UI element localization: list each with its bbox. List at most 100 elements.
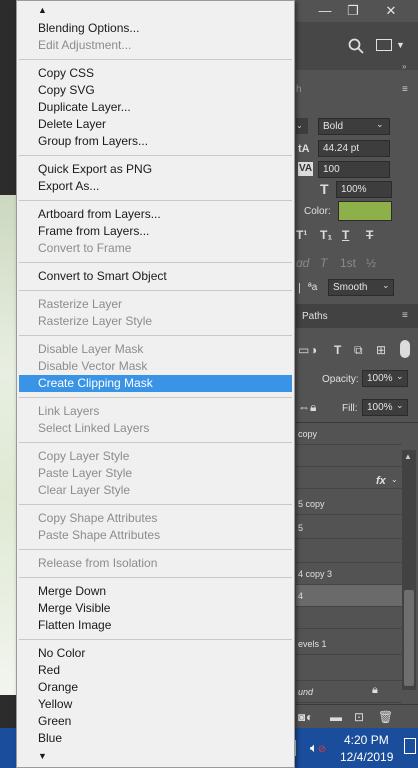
chevron-down-icon[interactable]: ⌄ [391,475,398,484]
taskbar-time[interactable]: 4:20 PM [344,733,389,747]
underline-icon[interactable]: T [342,228,349,242]
layer-row[interactable]: 5 [296,517,402,539]
filter-smart-object-icon[interactable]: ⊞ [376,343,386,357]
layer-row[interactable]: 5 copy [296,493,402,515]
layer-row[interactable]: 4 copy 3 [296,563,402,585]
tab-paths[interactable]: Paths [302,311,328,322]
menu-item-clear-layer-style[interactable]: Clear Layer Style [19,482,292,499]
menu-item-copy-svg[interactable]: Copy SVG [19,82,292,99]
filter-adjustment-icon[interactable]: ◑ [310,343,317,357]
menu-separator [19,335,292,336]
menu-item-no-color[interactable]: No Color [19,645,292,662]
text-color-swatch[interactable] [338,201,392,221]
menu-item-frame-from-layers[interactable]: Frame from Layers... [19,223,292,240]
subscript-icon[interactable]: T₁ [320,228,332,242]
menu-item-merge-down[interactable]: Merge Down [19,583,292,600]
chevron-down-icon[interactable]: ▼ [396,40,405,50]
vertical-scale-field[interactable]: 100% [336,181,392,198]
menu-item-copy-shape-attributes[interactable]: Copy Shape Attributes [19,510,292,527]
menu-item-blue[interactable]: Blue [19,730,292,747]
volume-muted-icon[interactable]: 🔈︎⊘ [310,740,326,756]
panel-menu-icon[interactable]: ≡ [402,310,408,321]
layer-row[interactable] [296,467,402,489]
scrollbar-thumb[interactable] [404,590,414,686]
layer-row[interactable] [296,541,402,563]
notifications-icon[interactable] [404,738,416,754]
layer-fx-icon[interactable]: fx [376,475,386,487]
trash-icon[interactable]: 🗑︎ [378,710,393,724]
menu-item-quick-export-as-png[interactable]: Quick Export as PNG [19,161,292,178]
menu-item-duplicate-layer[interactable]: Duplicate Layer... [19,99,292,116]
ordinals-icon[interactable]: 1st [340,256,356,270]
font-size-field[interactable]: 44.24 pt [318,140,390,157]
strikethrough-icon[interactable]: T [366,228,373,242]
menu-item-copy-css[interactable]: Copy CSS [19,65,292,82]
menu-separator [19,504,292,505]
new-layer-icon[interactable]: ⊡ [354,710,364,724]
layer-mask-icon[interactable]: ◙ [298,710,305,724]
menu-item-convert-to-smart-object[interactable]: Convert to Smart Object [19,268,292,285]
menu-item-copy-layer-style[interactable]: Copy Layer Style [19,448,292,465]
menu-item-delete-layer[interactable]: Delete Layer [19,116,292,133]
layers-scrollbar[interactable] [402,450,416,690]
menu-item-convert-to-frame[interactable]: Convert to Frame [19,240,292,257]
layer-row[interactable] [296,607,402,629]
menu-scroll-down-arrow[interactable]: ▼ [38,751,47,761]
font-family-dropdown-arrow[interactable]: ⌄ [296,118,308,134]
taskbar-date[interactable]: 12/4/2019 [340,750,393,764]
layer-row[interactable] [296,659,402,681]
menu-item-edit-adjustment[interactable]: Edit Adjustment... [19,37,292,54]
ligature-icon[interactable]: ɑd [296,256,309,270]
menu-item-paste-shape-attributes[interactable]: Paste Shape Attributes [19,527,292,544]
panel-menu-icon[interactable]: ≡ [402,84,408,95]
search-icon[interactable] [348,38,364,54]
menu-item-green[interactable]: Green [19,713,292,730]
layer-row[interactable] [296,445,402,467]
all-caps-icon[interactable]: T¹ [296,228,307,242]
new-fill-adjustment-icon[interactable]: ◐ [306,710,313,724]
filter-type-icon[interactable]: T [334,343,341,357]
menu-item-export-as[interactable]: Export As... [19,178,292,195]
menu-item-paste-layer-style[interactable]: Paste Layer Style [19,465,292,482]
menu-item-flatten-image[interactable]: Flatten Image [19,617,292,634]
lock-all-icon[interactable]: 🔒︎ [310,400,316,414]
menu-scroll-up-arrow[interactable]: ▲ [38,5,47,15]
menu-item-merge-visible[interactable]: Merge Visible [19,600,292,617]
menu-item-select-linked-layers[interactable]: Select Linked Layers [19,420,292,437]
workspace-icon[interactable] [376,39,392,51]
menu-item-release-from-isolation[interactable]: Release from Isolation [19,555,292,572]
fractions-icon[interactable]: ½ [366,256,376,270]
menu-item-yellow[interactable]: Yellow [19,696,292,713]
opacity-arrow[interactable]: ⌄ [396,371,404,382]
close-button[interactable]: ✕ [378,0,404,22]
tracking-field[interactable]: 100 [318,161,390,178]
menu-item-disable-layer-mask[interactable]: Disable Layer Mask [19,341,292,358]
menu-item-link-layers[interactable]: Link Layers [19,403,292,420]
filter-shape-icon[interactable]: ⧉ [354,343,363,357]
menu-item-disable-vector-mask[interactable]: Disable Vector Mask [19,358,292,375]
oldstyle-icon[interactable]: T [320,256,327,270]
menu-item-orange[interactable]: Orange [19,679,292,696]
scroll-up-arrow[interactable]: ▲ [404,452,412,461]
layer-row[interactable]: 4 [296,585,402,607]
lock-pixels-icon[interactable]: ⇔ [298,400,310,414]
new-group-icon[interactable]: ▬ [330,710,342,724]
character-panel-tab[interactable]: h [296,84,302,95]
font-style-arrow[interactable]: ⌄ [376,119,384,130]
filter-toggle[interactable] [400,340,410,358]
menu-item-artboard-from-layers[interactable]: Artboard from Layers... [19,206,292,223]
anti-alias-arrow[interactable]: ⌄ [382,280,390,291]
menu-item-rasterize-layer-style[interactable]: Rasterize Layer Style [19,313,292,330]
layer-row[interactable]: copy [296,423,402,445]
restore-button[interactable]: ❐ [340,0,366,22]
layer-row[interactable]: und [296,681,402,703]
minimize-button[interactable]: — [312,0,338,22]
menu-item-blending-options[interactable]: Blending Options... [19,20,292,37]
menu-item-create-clipping-mask[interactable]: Create Clipping Mask [19,375,292,392]
layer-row[interactable]: evels 1 [296,633,402,655]
menu-item-group-from-layers[interactable]: Group from Layers... [19,133,292,150]
fill-arrow[interactable]: ⌄ [396,400,404,411]
menu-item-rasterize-layer[interactable]: Rasterize Layer [19,296,292,313]
filter-pixel-icon[interactable]: ▭ [298,343,309,357]
menu-item-red[interactable]: Red [19,662,292,679]
